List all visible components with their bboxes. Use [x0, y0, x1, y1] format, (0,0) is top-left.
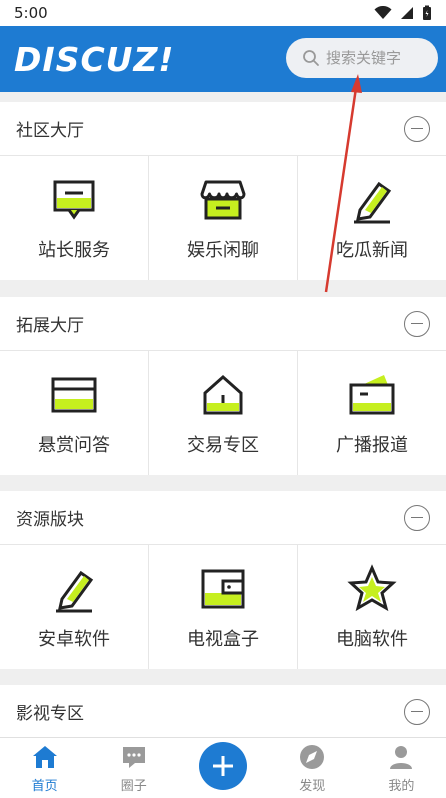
nav-label: 发现 — [299, 779, 326, 794]
collapse-icon[interactable] — [404, 698, 430, 725]
forum-tv-box[interactable]: 电视盒子 — [149, 545, 298, 669]
section-extension: 拓展大厅 悬赏问答 交易专区 广播报道 — [0, 297, 446, 475]
nav-home[interactable]: 首页 — [0, 738, 89, 798]
signal-icon — [401, 7, 413, 19]
forum-label: 安卓软件 — [38, 629, 110, 650]
section-resources: 资源版块 安卓软件 电视盒子 电脑软件 — [0, 491, 446, 669]
forum-label: 广播报道 — [336, 435, 408, 456]
discuz-logo[interactable]: DISCUZ! — [14, 40, 174, 79]
bottom-nav: 首页 圈子 发现 我的 — [0, 737, 446, 798]
section-title: 影视专区 — [16, 704, 84, 724]
collapse-icon[interactable] — [404, 115, 430, 142]
star-icon — [347, 564, 397, 612]
section-grid: 悬赏问答 交易专区 广播报道 — [0, 351, 446, 475]
battery-icon — [423, 5, 431, 20]
wifi-icon — [374, 6, 392, 19]
section-grid: 安卓软件 电视盒子 电脑软件 — [0, 545, 446, 669]
search-icon — [303, 50, 319, 66]
nav-mine[interactable]: 我的 — [357, 738, 446, 798]
user-icon — [390, 746, 413, 769]
section-grid: 站长服务 娱乐闲聊 吃瓜新闻 — [0, 156, 446, 280]
nav-add[interactable] — [178, 738, 267, 798]
status-bar: 5:00 — [0, 0, 446, 26]
search-input[interactable] — [326, 49, 436, 67]
nav-label: 圈子 — [120, 779, 147, 794]
envelope-icon — [349, 375, 395, 415]
forum-label: 娱乐闲聊 — [187, 240, 259, 261]
search-box[interactable] — [286, 38, 438, 78]
forum-label: 站长服务 — [38, 240, 110, 261]
home-icon — [32, 746, 57, 768]
nav-circle[interactable]: 圈子 — [89, 738, 178, 798]
card-icon — [51, 377, 97, 413]
status-time: 5:00 — [14, 4, 48, 22]
forum-label: 电脑软件 — [336, 629, 408, 650]
forum-gossip-news[interactable]: 吃瓜新闻 — [298, 156, 446, 280]
forum-broadcast-report[interactable]: 广播报道 — [298, 351, 446, 475]
forum-label: 悬赏问答 — [38, 435, 110, 456]
forum-reward-qa[interactable]: 悬赏问答 — [0, 351, 149, 475]
pencil-icon — [56, 570, 94, 613]
chat-box-icon — [53, 180, 95, 220]
collapse-icon[interactable] — [404, 504, 430, 531]
section-community: 社区大厅 站长服务 娱乐闲聊 吃瓜新闻 — [0, 102, 446, 280]
section-header[interactable]: 社区大厅 — [0, 102, 446, 156]
forum-label: 交易专区 — [187, 435, 259, 456]
add-post-button[interactable] — [199, 742, 247, 790]
compass-icon — [300, 745, 325, 769]
chat-bubble-icon — [122, 747, 145, 768]
section-title: 资源版块 — [16, 510, 84, 530]
forum-entertainment-chat[interactable]: 娱乐闲聊 — [149, 156, 298, 280]
nav-label: 首页 — [31, 779, 58, 794]
section-header[interactable]: 资源版块 — [0, 491, 446, 545]
section-header[interactable]: 影视专区 — [0, 685, 446, 739]
nav-discover[interactable]: 发现 — [268, 738, 357, 798]
app-header: DISCUZ! — [0, 26, 446, 92]
plus-icon — [213, 756, 233, 776]
forum-label: 电视盒子 — [187, 629, 259, 650]
section-header[interactable]: 拓展大厅 — [0, 297, 446, 351]
status-icons — [374, 5, 432, 21]
forum-label: 吃瓜新闻 — [336, 240, 408, 261]
wallet-icon — [201, 569, 245, 609]
app-screen: 5:00 DISCUZ! 社区大厅 — [0, 0, 446, 798]
nav-label: 我的 — [388, 779, 415, 794]
section-title: 拓展大厅 — [16, 316, 84, 336]
forum-android-software[interactable]: 安卓软件 — [0, 545, 149, 669]
house-icon — [203, 374, 243, 415]
shop-icon — [200, 180, 246, 220]
forum-pc-software[interactable]: 电脑软件 — [298, 545, 446, 669]
collapse-icon[interactable] — [404, 310, 430, 337]
section-title: 社区大厅 — [16, 121, 84, 141]
forum-trade-zone[interactable]: 交易专区 — [149, 351, 298, 475]
section-video: 影视专区 — [0, 685, 446, 739]
forum-webmaster-service[interactable]: 站长服务 — [0, 156, 149, 280]
pencil-icon — [354, 181, 392, 224]
